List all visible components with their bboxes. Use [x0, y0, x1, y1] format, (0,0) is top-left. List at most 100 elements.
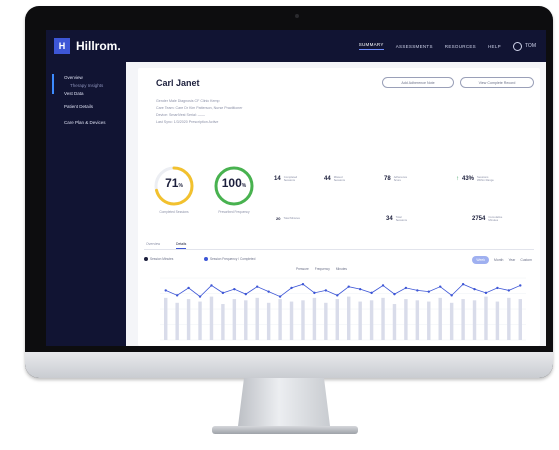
user-menu[interactable]: TOM — [512, 41, 536, 51]
chart-point — [381, 284, 385, 287]
tab-overview[interactable]: Overview — [146, 242, 160, 246]
chart-bar — [289, 301, 294, 340]
sidebar-item-vest-data[interactable]: Vest Data — [64, 91, 84, 96]
gauge-unit: % — [241, 183, 247, 189]
chart-bar — [244, 300, 248, 340]
chart-bar — [312, 297, 317, 340]
chart-point — [301, 283, 305, 286]
sidebar-item-therapy-insights[interactable]: Therapy Insights — [70, 83, 103, 88]
chart-point — [313, 291, 316, 295]
brand-name: Hillrom. — [76, 39, 121, 53]
metric-value: 34 — [386, 216, 393, 223]
metric-value: 43% — [462, 176, 475, 183]
metric-within-range: ↑ 43% Sessions Within Range — [456, 175, 495, 183]
chart-legend: Pressure Frequency Minutes — [296, 267, 347, 271]
monitor-base — [212, 426, 358, 434]
metric-label: Total Sessions — [395, 215, 408, 223]
chart-bar — [415, 300, 420, 340]
chart-point — [221, 291, 225, 295]
chart-point — [358, 287, 362, 291]
nav-summary[interactable]: SUMMARY — [358, 42, 384, 50]
chart-bar — [255, 297, 259, 340]
patient-info-line: Device: SmartVest Serial: —— — [156, 113, 205, 117]
chart-point — [416, 289, 419, 292]
chart-bar — [186, 299, 191, 340]
chart-bar — [472, 300, 477, 340]
chart-point — [233, 287, 236, 291]
chart-bar — [266, 302, 271, 340]
metric-value: 14 — [274, 176, 281, 183]
frequency-gauge: 100% — [212, 164, 256, 208]
metric-value: 78 — [384, 176, 391, 183]
gauge-value: 100 — [221, 176, 242, 190]
view-record-button[interactable]: View Complete Record — [460, 77, 534, 88]
range-month-button[interactable]: Month — [494, 258, 503, 262]
chart-bar — [507, 297, 511, 340]
metric-label: Adherence Score — [393, 175, 408, 183]
legend-dot — [144, 257, 148, 261]
chart-bar — [198, 301, 202, 340]
legend-label: Session Minutes — [150, 257, 174, 261]
sidebar-item-care-plan[interactable]: Care Plan & Devices — [64, 120, 106, 125]
metric-label: Completed Sessions — [283, 175, 298, 183]
chart-point — [519, 284, 522, 287]
camera-dot — [295, 14, 299, 18]
chart-line — [165, 283, 521, 298]
chart-bar — [369, 300, 374, 340]
gauge-label: Completed Sessions — [159, 210, 189, 214]
legend-dot — [204, 257, 208, 261]
nav-resources[interactable]: RESOURCES — [445, 44, 476, 49]
trend-up-icon: ↑ — [456, 176, 459, 183]
patient-card: Carl Janet Add Adherence Note View Compl… — [138, 68, 540, 346]
chart-bar — [404, 299, 408, 340]
chart-bar — [438, 297, 442, 340]
chart-point — [290, 286, 293, 290]
chart-tabs: Overview Details — [144, 240, 534, 250]
metric-label: Sessions Within Range — [477, 175, 494, 183]
chart-point — [347, 285, 350, 288]
screen: H Hillrom. SUMMARY ASSESSMENTS RESOURCES… — [46, 30, 546, 346]
chart-bar — [461, 299, 465, 340]
sidebar-item-patient-details[interactable]: Patient Details — [64, 104, 93, 109]
chart-legend-item: Frequency — [314, 267, 330, 271]
monitor-chin — [25, 352, 553, 378]
metric-label: Total Minutes — [283, 215, 300, 220]
chart-point — [198, 295, 202, 298]
nav-assessments[interactable]: ASSESSMENTS — [396, 44, 433, 49]
range-year-button[interactable]: Year — [508, 258, 515, 262]
chart-bar — [358, 301, 362, 340]
main-nav: SUMMARY ASSESSMENTS RESOURCES HELP TOM — [358, 30, 536, 62]
patient-info-line: Gender Male Diagnosis CF Clinic Kemp — [156, 99, 220, 103]
chart-point — [461, 283, 465, 286]
chart-legend-item: Minutes — [335, 267, 347, 271]
metric-adherence-score: 78 Adherence Score — [384, 175, 412, 183]
range-week-button[interactable]: Week — [472, 256, 490, 264]
chart-point — [450, 294, 453, 297]
chart-point — [496, 286, 499, 290]
therapy-chart — [150, 274, 532, 346]
chart-bar — [175, 302, 179, 340]
metric-value: 20 — [276, 216, 281, 221]
chart-point — [324, 289, 328, 292]
chart-point — [427, 290, 430, 293]
user-name: TOM — [524, 43, 536, 49]
chart-point — [404, 286, 408, 290]
chart-point — [256, 285, 259, 288]
add-note-button[interactable]: Add Adherence Note — [382, 77, 454, 88]
gauge-value: 71 — [165, 176, 179, 190]
range-custom-button[interactable]: Custom — [520, 258, 532, 262]
gauge-label: Prescribed Frequency — [218, 210, 250, 214]
chart-point — [439, 285, 442, 288]
chart-bar — [484, 296, 488, 340]
tab-details[interactable]: Details — [176, 242, 187, 249]
chart-point — [164, 289, 167, 292]
chart-bar — [495, 301, 500, 340]
chart-point — [507, 289, 511, 292]
chart-bar — [427, 301, 431, 340]
sidebar-item-overview[interactable]: Overview — [64, 75, 83, 80]
nav-help[interactable]: HELP — [488, 44, 501, 49]
legend-item: Session Minutes — [144, 257, 173, 261]
range-toggle-group: Week Month Year Custom — [472, 256, 532, 264]
sidebar-active-marker — [52, 74, 54, 94]
chart-point — [175, 294, 179, 297]
